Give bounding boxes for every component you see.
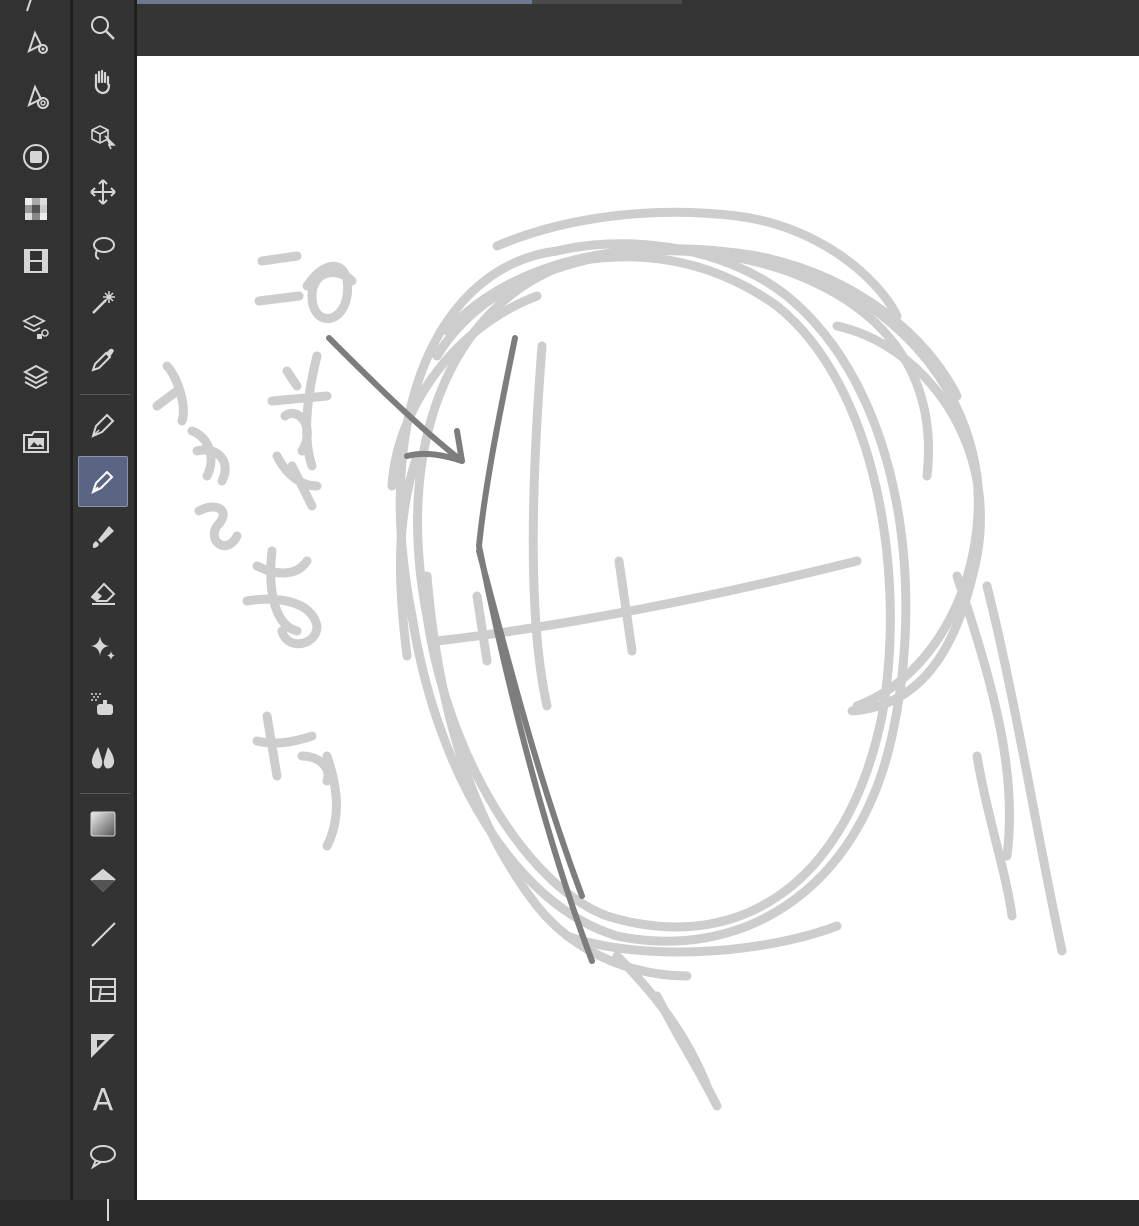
navigator-icon[interactable]: [16, 137, 56, 177]
ruler-icon[interactable]: [83, 1026, 123, 1066]
brush-icon[interactable]: [83, 516, 123, 556]
layer-property-icon[interactable]: [16, 307, 56, 347]
pencil-icon[interactable]: [83, 461, 123, 501]
line-icon[interactable]: [83, 914, 123, 954]
drawing-canvas[interactable]: [137, 56, 1139, 1200]
tool-group-divider: [80, 394, 130, 395]
layers-icon[interactable]: [16, 357, 56, 397]
document-tab-active[interactable]: [137, 0, 532, 4]
canvas-header: [137, 0, 1139, 56]
fill-icon[interactable]: [83, 860, 123, 900]
move-icon[interactable]: [83, 172, 123, 212]
pen-icon[interactable]: [83, 405, 123, 445]
eraser-icon[interactable]: [83, 572, 123, 612]
document-tab[interactable]: [532, 0, 682, 4]
frame-icon[interactable]: [83, 970, 123, 1010]
material-icon[interactable]: [16, 422, 56, 462]
eyedropper-icon[interactable]: [83, 339, 123, 379]
color-set-icon[interactable]: [16, 189, 56, 229]
lasso-icon[interactable]: [83, 228, 123, 268]
airbrush-icon[interactable]: [83, 684, 123, 724]
object-3d-icon[interactable]: [83, 116, 123, 156]
tool-group-divider: [80, 793, 130, 794]
decoration-icon[interactable]: [83, 628, 123, 668]
hand-icon[interactable]: [83, 62, 123, 102]
text-icon[interactable]: A: [83, 1081, 123, 1121]
blend-icon[interactable]: [83, 738, 123, 778]
vector-tool-icon[interactable]: [16, 0, 56, 22]
more-tools-icon[interactable]: [83, 1186, 123, 1226]
magic-wand-icon[interactable]: [83, 282, 123, 322]
pen-target-icon[interactable]: [16, 76, 56, 116]
balloon-icon[interactable]: [83, 1136, 123, 1176]
pen-settings-icon[interactable]: [16, 22, 56, 62]
sketch-layer: [152, 207, 1067, 1111]
gradient-icon[interactable]: [83, 804, 123, 844]
animation-icon[interactable]: [16, 241, 56, 281]
zoom-icon[interactable]: [83, 8, 123, 48]
left-panel: [0, 0, 72, 1200]
